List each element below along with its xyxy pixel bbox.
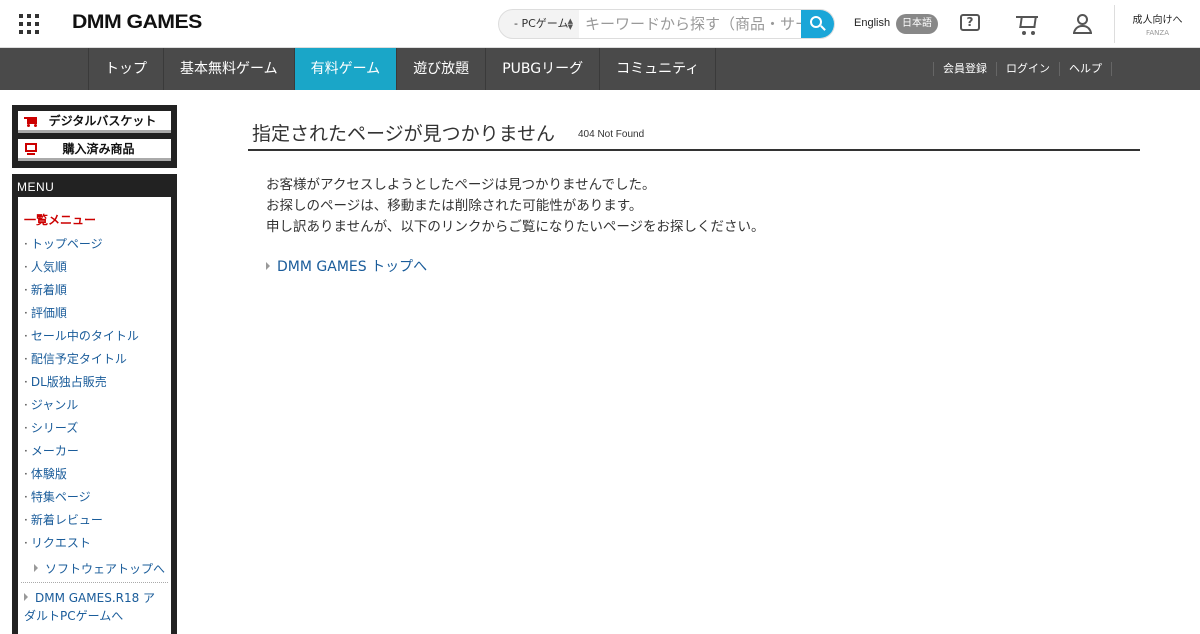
menu-item-sale[interactable]: · セール中のタイトル xyxy=(24,327,139,350)
menu-item-request[interactable]: · リクエスト xyxy=(24,534,139,557)
menu-item-rating[interactable]: · 評価順 xyxy=(24,304,139,327)
digital-basket-button[interactable]: デジタルバスケット xyxy=(18,111,171,133)
error-message-line: お探しのページは、移動または削除された可能性があります。 xyxy=(266,198,643,214)
lang-japanese-button[interactable]: 日本語 xyxy=(896,14,938,34)
sidebar-menu: MENU 一覧メニュー · トップページ · 人気順 · 新着順 · 評価順 · セール中… xyxy=(12,174,177,634)
arrow-right-icon xyxy=(266,262,270,270)
logo[interactable]: DMM GAMES xyxy=(72,12,202,34)
menu-title: MENU xyxy=(17,180,55,194)
r18-games-link[interactable]: DMM GAMES.R18 アダルトPCゲームへ xyxy=(24,589,164,625)
menu-heading: 一覧メニュー xyxy=(24,213,97,227)
basket-icon xyxy=(24,115,38,127)
menu-item-new-reviews[interactable]: · 新着レビュー xyxy=(24,511,139,534)
tab-community[interactable]: コミュニティ xyxy=(600,48,717,90)
back-to-top-link[interactable]: DMM GAMES トップへ xyxy=(266,256,427,276)
menu-item-trial[interactable]: · 体験版 xyxy=(24,465,139,488)
menu-list: 一覧メニュー · トップページ · 人気順 · 新着順 · 評価順 · セール中のタイトル… xyxy=(18,197,171,634)
app-grid-icon[interactable] xyxy=(19,14,39,34)
header: DMM GAMES - PCゲーム ▲▼ English 日本語 ? 成人向けへ… xyxy=(0,0,1200,48)
register-link[interactable]: 会員登録 xyxy=(933,62,996,76)
pc-icon xyxy=(24,143,38,155)
menu-item-maker[interactable]: · メーカー xyxy=(24,442,139,465)
search-button[interactable] xyxy=(801,10,834,38)
search-bar: - PCゲーム ▲ ▼ xyxy=(498,9,835,39)
menu-item-top-page[interactable]: · トップページ xyxy=(24,235,139,258)
adult-sub-label: FANZA xyxy=(1146,29,1169,37)
search-input[interactable] xyxy=(579,10,803,38)
tab-pubg-league[interactable]: PUBGリーグ xyxy=(486,48,601,90)
menu-item-popular[interactable]: · 人気順 xyxy=(24,258,139,281)
lang-english-button[interactable]: English xyxy=(854,17,890,29)
software-top-link[interactable]: ソフトウェアトップへ xyxy=(21,560,168,583)
cart-icon[interactable] xyxy=(1015,12,1039,36)
menu-item-genre[interactable]: · ジャンル xyxy=(24,396,139,419)
arrow-right-icon xyxy=(34,564,38,572)
adult-label: 成人向けへ xyxy=(1132,15,1183,26)
page-subtitle: 404 Not Found xyxy=(578,129,645,140)
digital-basket-label: デジタルバスケット xyxy=(48,114,157,128)
search-category-label: - PCゲーム xyxy=(514,17,569,30)
sidebar-user-box: デジタルバスケット 購入済み商品 xyxy=(12,105,177,168)
error-message-line: 申し訳ありませんが、以下のリンクからご覧になりたいページをお探しください。 xyxy=(266,219,765,235)
login-link[interactable]: ログイン xyxy=(996,62,1059,76)
menu-items: · トップページ · 人気順 · 新着順 · 評価順 · セール中のタイトル · 配信予定タ… xyxy=(24,235,139,557)
tab-unlimited[interactable]: 遊び放題 xyxy=(397,48,487,90)
user-icon[interactable] xyxy=(1071,12,1095,36)
purchased-items-label: 購入済み商品 xyxy=(62,142,135,156)
tab-free-games[interactable]: 基本無料ゲーム xyxy=(164,48,295,90)
page-title: 指定されたページが見つかりません 404 Not Found xyxy=(248,119,1140,151)
menu-item-newest[interactable]: · 新着順 xyxy=(24,281,139,304)
error-message: お客様がアクセスしようとしたページは見つかりませんでした。 お探しのページは、移… xyxy=(266,175,765,238)
menu-item-series[interactable]: · シリーズ xyxy=(24,419,139,442)
tab-paid-games[interactable]: 有料ゲーム xyxy=(294,48,398,90)
adult-site-link[interactable]: 成人向けへ FANZA xyxy=(1114,5,1200,43)
main-nav: トップ 基本無料ゲーム 有料ゲーム 遊び放題 PUBGリーグ コミュニティ 会員… xyxy=(0,48,1200,90)
select-arrows-icon: ▲ ▼ xyxy=(567,17,573,31)
page-title-text: 指定されたページが見つかりません xyxy=(252,123,556,145)
tab-top[interactable]: トップ xyxy=(89,48,164,90)
menu-item-features[interactable]: · 特集ページ xyxy=(24,488,139,511)
error-message-line: お客様がアクセスしようとしたページは見つかりませんでした。 xyxy=(266,177,656,193)
search-category-select[interactable]: - PCゲーム ▲ ▼ xyxy=(499,10,579,38)
help-link[interactable]: ヘルプ xyxy=(1059,62,1112,76)
help-icon[interactable]: ? xyxy=(958,12,982,36)
purchased-items-button[interactable]: 購入済み商品 xyxy=(18,139,171,161)
menu-item-dl-exclusive[interactable]: · DL版独占販売 xyxy=(24,373,139,396)
menu-item-upcoming[interactable]: · 配信予定タイトル xyxy=(24,350,139,373)
arrow-right-icon xyxy=(24,593,28,601)
